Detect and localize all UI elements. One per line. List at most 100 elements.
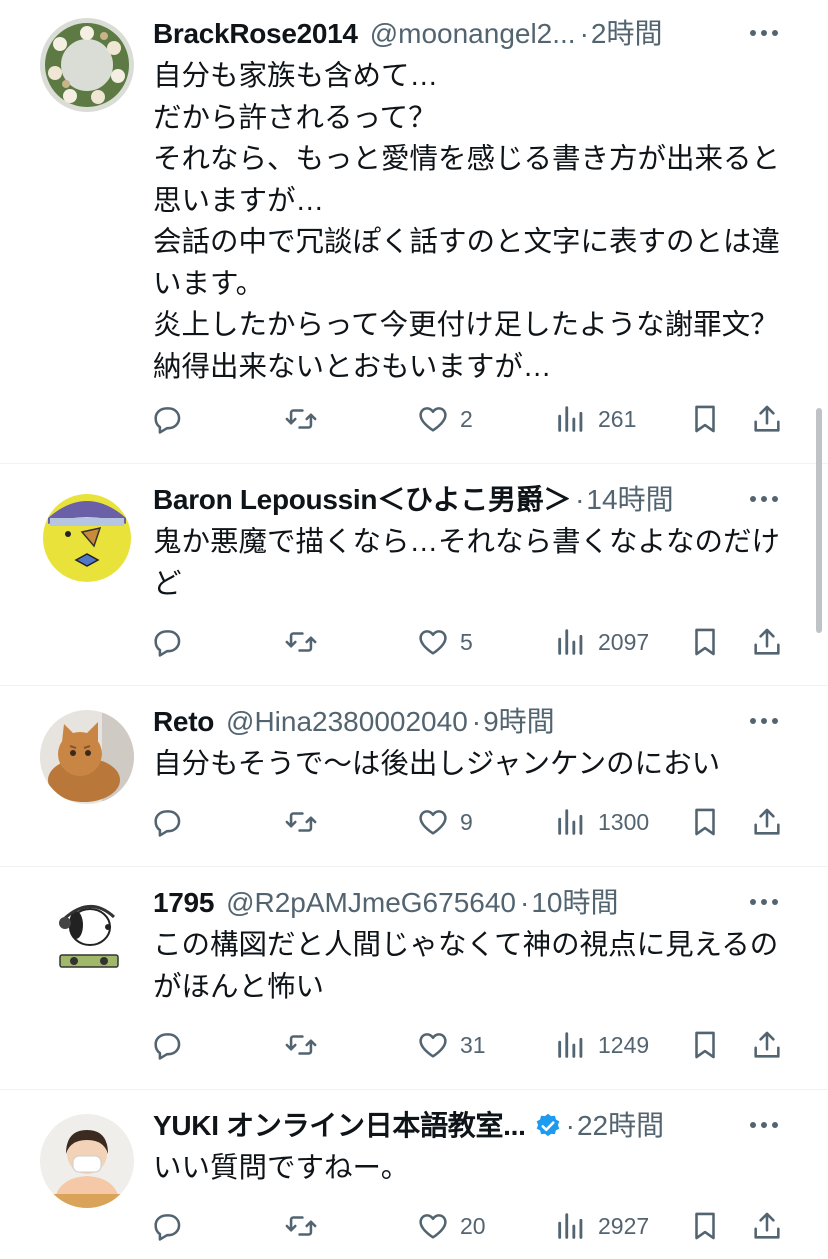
reply-icon — [154, 407, 181, 434]
bookmark-button[interactable] — [688, 397, 722, 441]
retweet-button[interactable] — [284, 1204, 318, 1248]
avatar[interactable] — [40, 891, 134, 985]
view-count: 1300 — [598, 808, 650, 835]
reply-button[interactable] — [150, 800, 184, 844]
like-button[interactable]: 2 — [416, 397, 473, 441]
views-button[interactable]: 261 — [554, 397, 636, 441]
timestamp[interactable]: 10時間 — [531, 883, 618, 923]
avatar[interactable] — [40, 18, 134, 112]
reply-icon — [154, 810, 181, 837]
bookmark-button[interactable] — [688, 800, 722, 844]
retweet-button[interactable] — [284, 397, 318, 441]
display-name[interactable]: Baron Lepoussin＜ひよこ男爵＞ — [153, 480, 571, 520]
avatar[interactable] — [40, 710, 134, 804]
separator-dot: · — [520, 887, 530, 918]
views-button[interactable]: 2927 — [554, 1204, 649, 1248]
action-bar: 31 1249 — [150, 1023, 788, 1067]
views-button[interactable]: 1249 — [554, 1023, 649, 1067]
reply-button[interactable] — [150, 1023, 184, 1067]
tweet-header: YUKI オンライン日本語教室... · 22時間 — [153, 1106, 782, 1146]
action-bar: 2 261 — [150, 397, 788, 441]
views-icon — [558, 629, 583, 655]
share-button[interactable] — [750, 1204, 784, 1248]
retweet-icon — [285, 632, 317, 652]
handle[interactable]: @R2pAMJmeG675640 — [226, 883, 516, 923]
share-button[interactable] — [750, 397, 784, 441]
reply-button[interactable] — [150, 1204, 184, 1248]
share-button[interactable] — [750, 1023, 784, 1067]
timestamp[interactable]: 22時間 — [577, 1106, 664, 1146]
like-button[interactable]: 31 — [416, 1023, 486, 1067]
timestamp[interactable]: 14時間 — [586, 480, 673, 520]
tweet-header: BrackRose2014 @moonangel2... · 2時間 — [153, 14, 782, 54]
view-count: 2927 — [598, 1212, 650, 1239]
views-icon — [558, 406, 583, 432]
view-count: 261 — [598, 405, 637, 432]
rose-wreath-avatar — [40, 18, 134, 112]
reply-button[interactable] — [150, 620, 184, 664]
heart-icon — [419, 407, 447, 432]
more-icon[interactable] — [746, 887, 782, 917]
heart-icon — [419, 1033, 447, 1058]
share-icon — [754, 1031, 780, 1058]
tweet-text: 自分も家族も含めて… だから許されるって？ それなら、もっと愛情を感じる書き方が… — [153, 60, 781, 383]
tweet[interactable]: BrackRose2014 @moonangel2... · 2時間 自分も家族… — [0, 0, 828, 464]
like-button[interactable]: 5 — [416, 620, 473, 664]
views-button[interactable]: 1300 — [554, 800, 649, 844]
retweet-icon — [285, 409, 317, 429]
separator-dot: · — [575, 484, 585, 515]
share-icon — [754, 628, 780, 655]
reply-button[interactable] — [150, 397, 184, 441]
reply-feed: BrackRose2014 @moonangel2... · 2時間 自分も家族… — [0, 0, 828, 1259]
share-button[interactable] — [750, 800, 784, 844]
display-name[interactable]: 1795 — [153, 883, 214, 923]
separator-dot: · — [579, 18, 589, 49]
views-button[interactable]: 2097 — [554, 620, 649, 664]
more-icon[interactable] — [746, 18, 782, 48]
tweet[interactable]: 1795 @R2pAMJmeG675640 · 10時間 この構図だと人間じゃな… — [0, 867, 828, 1090]
bookmark-icon — [695, 808, 715, 836]
scrollbar[interactable] — [816, 408, 822, 633]
person-photo-avatar — [40, 1114, 134, 1208]
verified-badge-icon — [536, 1113, 559, 1137]
views-icon — [558, 1032, 583, 1058]
more-icon[interactable] — [746, 1110, 782, 1140]
action-bar: 9 1300 — [150, 800, 788, 844]
view-count: 1249 — [598, 1031, 650, 1058]
like-button[interactable]: 20 — [416, 1204, 486, 1248]
handle[interactable]: @Hina2380002040 — [226, 702, 468, 742]
bookmark-button[interactable] — [688, 1204, 722, 1248]
avatar[interactable] — [40, 1114, 134, 1208]
avatar[interactable] — [40, 488, 134, 582]
tweet[interactable]: Baron Lepoussin＜ひよこ男爵＞ · 14時間 鬼か悪魔で描くなら…… — [0, 464, 828, 686]
tweet[interactable]: Reto @Hina2380002040 · 9時間 自分もそうで〜は後出しジャ… — [0, 686, 828, 867]
display-name[interactable]: YUKI オンライン日本語教室... — [153, 1106, 526, 1146]
like-count: 2 — [460, 405, 473, 432]
tweet-text: 自分もそうで〜は後出しジャンケンのにおい — [153, 748, 721, 780]
dog-dj-avatar — [40, 891, 134, 985]
share-icon — [754, 405, 780, 432]
retweet-button[interactable] — [284, 1023, 318, 1067]
share-icon — [754, 808, 780, 835]
display-name[interactable]: BrackRose2014 — [153, 14, 358, 54]
reply-icon — [154, 1033, 181, 1060]
display-name[interactable]: Reto — [153, 702, 214, 742]
retweet-button[interactable] — [284, 620, 318, 664]
like-button[interactable]: 9 — [416, 800, 473, 844]
separator-dot: · — [565, 1110, 575, 1141]
timestamp[interactable]: 2時間 — [591, 14, 663, 54]
action-bar: 5 2097 — [150, 620, 788, 664]
bookmark-button[interactable] — [688, 620, 722, 664]
views-icon — [558, 1213, 583, 1239]
tweet[interactable]: YUKI オンライン日本語教室... · 22時間 いい質問ですねー。 20 2… — [0, 1090, 828, 1259]
more-icon[interactable] — [746, 706, 782, 736]
retweet-icon — [285, 1035, 317, 1055]
share-button[interactable] — [750, 620, 784, 664]
retweet-button[interactable] — [284, 800, 318, 844]
bookmark-button[interactable] — [688, 1023, 722, 1067]
like-count: 9 — [460, 808, 473, 835]
timestamp[interactable]: 9時間 — [483, 702, 555, 742]
more-icon[interactable] — [746, 484, 782, 514]
handle[interactable]: @moonangel2... — [370, 14, 576, 54]
tweet-header: Reto @Hina2380002040 · 9時間 — [153, 702, 782, 742]
